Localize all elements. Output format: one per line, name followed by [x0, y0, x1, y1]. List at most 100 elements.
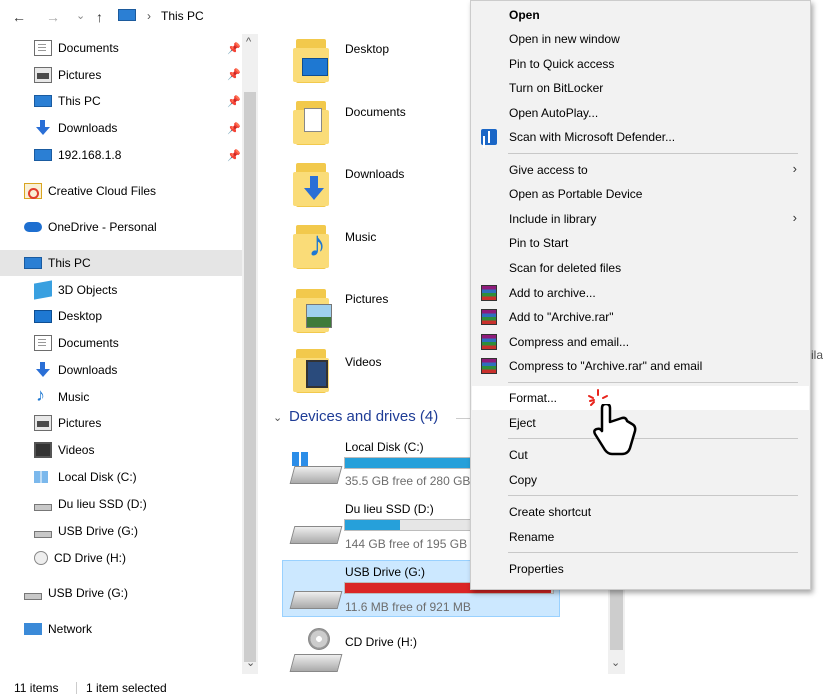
computer-icon: [24, 257, 42, 269]
folder-label-desktop[interactable]: Desktop: [345, 42, 389, 56]
folder-label-videos[interactable]: Videos: [345, 355, 381, 369]
menu-item-add-archive[interactable]: Add to archive...: [472, 281, 809, 305]
pin-icon[interactable]: 📌: [227, 42, 241, 55]
menu-item-cut[interactable]: Cut: [472, 443, 809, 467]
sidebar-item-documents[interactable]: Documents: [34, 330, 234, 356]
sidebar-item-pictures[interactable]: Pictures: [34, 410, 234, 436]
sidebar-item-network-location[interactable]: 192.168.1.8: [34, 142, 234, 168]
menu-item-copy[interactable]: Copy: [472, 468, 809, 492]
status-divider: [76, 682, 77, 694]
sidebar-item-cd-h[interactable]: CD Drive (H:): [34, 545, 234, 571]
menu-separator: [508, 153, 798, 154]
videos-folder-icon[interactable]: [258, 346, 329, 393]
breadcrumb-chevron-icon[interactable]: ›: [147, 9, 151, 23]
folder-label-pictures[interactable]: Pictures: [345, 292, 388, 306]
winrar-icon: [481, 334, 497, 350]
sidebar-item-creative-cloud[interactable]: Creative Cloud Files: [24, 178, 234, 204]
drive-icon: [34, 503, 52, 511]
pin-icon[interactable]: 📌: [227, 122, 241, 135]
menu-item-scan-deleted[interactable]: Scan for deleted files: [472, 256, 809, 280]
sidebar-item-network[interactable]: Network: [24, 616, 234, 642]
menu-item-compress-email[interactable]: Compress and email...: [472, 330, 809, 354]
menu-item-defender-scan[interactable]: Scan with Microsoft Defender...: [472, 125, 809, 149]
menu-item-label: Format...: [509, 391, 558, 405]
recent-locations-icon[interactable]: ⌄: [76, 9, 85, 22]
menu-item-pin-start[interactable]: Pin to Start: [472, 231, 809, 255]
creative-cloud-icon: [24, 183, 42, 199]
sidebar-scroll-up-icon[interactable]: ^: [246, 36, 251, 48]
sidebar-scroll-thumb[interactable]: [244, 92, 256, 662]
sidebar-scroll-down-icon[interactable]: ⌄: [246, 656, 255, 669]
sidebar-item-ssd-d[interactable]: Du lieu SSD (D:): [34, 491, 234, 517]
drive-free-text-c: 35.5 GB free of 280 GB: [345, 474, 471, 488]
sidebar-item-label: CD Drive (H:): [54, 551, 126, 565]
sidebar-item-videos[interactable]: Videos: [34, 437, 234, 463]
menu-item-label: Create shortcut: [509, 505, 592, 519]
drive-label-g[interactable]: USB Drive (G:): [345, 565, 425, 579]
sidebar-item-desktop[interactable]: Desktop: [34, 303, 234, 329]
folder-label-downloads[interactable]: Downloads: [345, 167, 404, 181]
computer-icon: [34, 95, 52, 107]
download-icon: [34, 362, 52, 378]
menu-item-label: Eject: [509, 416, 536, 430]
sidebar-item-3d-objects[interactable]: 3D Objects: [34, 277, 234, 303]
forward-arrow-icon[interactable]: →: [46, 9, 60, 25]
menu-item-pin-quick-access[interactable]: Pin to Quick access: [472, 52, 809, 76]
content-scroll-down-icon[interactable]: ⌄: [611, 656, 620, 669]
documents-folder-icon[interactable]: [258, 98, 329, 145]
menu-item-label: Turn on BitLocker: [509, 81, 604, 95]
menu-item-label: Properties: [509, 562, 564, 576]
back-arrow-icon[interactable]: ←: [12, 9, 26, 25]
menu-item-create-shortcut[interactable]: Create shortcut: [472, 500, 809, 524]
menu-item-label: Add to archive...: [509, 286, 596, 300]
devices-group-header[interactable]: Devices and drives (4): [289, 408, 438, 425]
drive-label-h[interactable]: CD Drive (H:): [345, 635, 417, 649]
winrar-icon: [481, 309, 497, 325]
menu-item-properties[interactable]: Properties: [472, 557, 809, 581]
sidebar-item-this-pc-pinned[interactable]: This PC: [34, 88, 234, 114]
group-collapse-chevron-icon[interactable]: ⌄: [273, 411, 282, 424]
sidebar-item-usb-g[interactable]: USB Drive (G:): [34, 518, 234, 544]
pin-icon[interactable]: 📌: [227, 95, 241, 108]
menu-item-include-library[interactable]: Include in library ›: [472, 207, 809, 231]
menu-item-eject[interactable]: Eject: [472, 411, 809, 435]
menu-item-label: Scan for deleted files: [509, 261, 622, 275]
sidebar-item-label: Music: [58, 390, 90, 404]
downloads-folder-icon[interactable]: [258, 160, 329, 207]
sidebar-item-music[interactable]: Music: [34, 384, 234, 410]
drive-label-c[interactable]: Local Disk (C:): [345, 440, 424, 454]
sidebar-item-label: Pictures: [58, 68, 102, 82]
menu-item-bitlocker[interactable]: Turn on BitLocker: [472, 76, 809, 100]
sidebar-item-downloads[interactable]: Downloads: [34, 357, 234, 383]
sidebar-item-downloads-pinned[interactable]: Downloads: [34, 115, 234, 141]
sidebar-item-onedrive[interactable]: OneDrive - Personal: [24, 214, 234, 240]
pin-icon[interactable]: 📌: [227, 68, 241, 81]
sidebar-item-local-disk-c[interactable]: Local Disk (C:): [34, 464, 234, 490]
sidebar-item-usb-g-root[interactable]: USB Drive (G:): [24, 580, 234, 606]
sidebar-item-label: This PC: [48, 256, 91, 270]
up-arrow-icon[interactable]: ↑: [96, 9, 103, 25]
folder-label-documents[interactable]: Documents: [345, 105, 406, 119]
pin-icon[interactable]: 📌: [227, 149, 241, 162]
menu-item-compress-rar-email[interactable]: Compress to "Archive.rar" and email: [472, 354, 809, 378]
menu-item-label: Open in new window: [509, 32, 620, 46]
sidebar-item-this-pc[interactable]: This PC: [0, 250, 242, 276]
menu-item-open[interactable]: Open: [472, 3, 809, 27]
folder-label-music[interactable]: Music: [345, 230, 376, 244]
desktop-folder-icon[interactable]: [258, 36, 329, 83]
sidebar-item-pictures-pinned[interactable]: Pictures: [34, 62, 234, 88]
menu-item-autoplay[interactable]: Open AutoPlay...: [472, 101, 809, 125]
menu-item-open-new-window[interactable]: Open in new window: [472, 27, 809, 51]
pictures-folder-icon[interactable]: [258, 286, 332, 333]
menu-item-give-access[interactable]: Give access to ›: [472, 158, 809, 182]
onedrive-icon: [24, 222, 42, 232]
drive-label-d[interactable]: Du lieu SSD (D:): [345, 502, 434, 516]
menu-item-format[interactable]: Format...: [472, 386, 809, 410]
menu-item-portable-device[interactable]: Open as Portable Device: [472, 182, 809, 206]
sidebar-item-documents-pinned[interactable]: Documents: [34, 35, 234, 61]
menu-item-rename[interactable]: Rename: [472, 525, 809, 549]
menu-item-add-archive-rar[interactable]: Add to "Archive.rar": [472, 305, 809, 329]
music-folder-icon[interactable]: ♪: [258, 222, 329, 269]
breadcrumb-this-pc[interactable]: This PC: [161, 9, 204, 23]
download-icon: [34, 120, 52, 136]
